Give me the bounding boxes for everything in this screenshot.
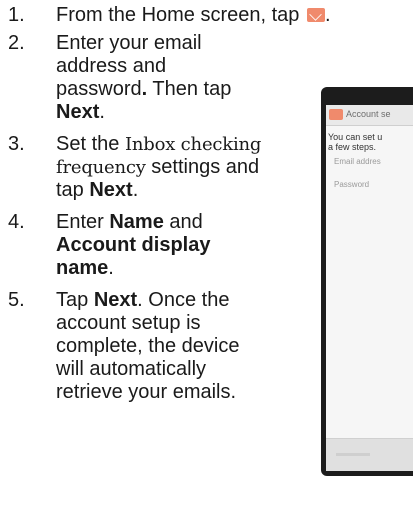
- account-setup-titlebar: Account se: [326, 105, 413, 126]
- step-number: 4.: [8, 211, 25, 233]
- step-line: Tap Next. Once the: [56, 289, 239, 312]
- setup-intro-text: You can set u a few steps.: [328, 132, 382, 152]
- step-text: Enter your email address and password. The…: [56, 32, 231, 124]
- step-text-segment: address and: [56, 55, 167, 77]
- step-text-segment: Enter: [56, 211, 110, 233]
- setup-intro-line-2: a few steps.: [328, 142, 377, 152]
- password-field[interactable]: Password: [334, 180, 369, 190]
- step-text-segment: .: [324, 4, 331, 26]
- step-text-segment: Set the: [56, 133, 125, 155]
- step-text-segment: account setup is: [56, 312, 201, 334]
- setup-intro-line-1: You can set u: [328, 132, 383, 142]
- step-line: name.: [56, 257, 210, 280]
- step-number: 2.: [8, 32, 25, 54]
- step-line: tap Next.: [56, 179, 261, 202]
- step-text-segment: tap: [56, 179, 90, 201]
- step-line: complete, the device: [56, 335, 239, 358]
- step-line: From the Home screen, tap .: [56, 4, 331, 27]
- step-text-segment: retrieve your emails.: [56, 381, 237, 403]
- step-line: Account display: [56, 234, 210, 257]
- step-text-segment: Then tap: [147, 78, 232, 100]
- step-text-segment: Account display: [56, 234, 211, 256]
- step-text-segment: Inbox checking: [124, 134, 262, 155]
- step-text-segment: Next: [56, 101, 100, 123]
- phone-screen: Account se You can set u a few steps. Em…: [326, 105, 413, 471]
- step-line: Set the Inbox checking: [56, 133, 261, 156]
- step-line: password. Then tap: [56, 78, 231, 101]
- step-text-segment: .: [108, 257, 114, 279]
- email-address-field[interactable]: Email addres: [334, 157, 381, 167]
- step-line: will automatically: [56, 358, 239, 381]
- phone-illustration: Account se You can set u a few steps. Em…: [321, 87, 413, 476]
- step-number: 3.: [8, 133, 25, 155]
- step-text-segment: . Once the: [137, 289, 230, 311]
- step-text-segment: will automatically: [56, 358, 207, 380]
- step-text-segment: complete, the device: [56, 335, 240, 357]
- step-text: Enter Name and Account display name.: [56, 211, 210, 280]
- step-text-segment: Next: [89, 179, 133, 201]
- step-line: account setup is: [56, 312, 239, 335]
- step-line: Next.: [56, 101, 231, 124]
- step-line: retrieve your emails.: [56, 381, 239, 404]
- step-text-segment: .: [99, 101, 105, 123]
- step-text: Set the Inbox checking frequency settings…: [56, 133, 261, 202]
- step-text: Tap Next. Once the account setup is comple…: [56, 289, 239, 404]
- step-text-segment: Next: [93, 289, 138, 311]
- step-text-segment: Enter your email: [56, 32, 202, 54]
- step-text: From the Home screen, tap .: [56, 4, 331, 27]
- step-text-segment: name: [56, 257, 109, 279]
- step-text-segment: Tap: [56, 289, 94, 311]
- step-text-segment: settings and: [145, 156, 260, 178]
- email-app-icon: [329, 109, 343, 120]
- step-line: Enter your email: [56, 32, 231, 55]
- step-text-segment: Name: [109, 211, 164, 233]
- step-number: 5.: [8, 289, 25, 311]
- step-line: frequency settings and: [56, 156, 261, 179]
- step-text-segment: password: [56, 78, 142, 100]
- setup-next-button-label: [336, 453, 370, 456]
- account-setup-title: Account se: [346, 109, 391, 119]
- step-text-segment: and: [163, 211, 203, 233]
- step-line: address and: [56, 55, 231, 78]
- email-icon: [306, 8, 325, 22]
- step-text-segment: .: [132, 179, 139, 201]
- step-text-segment: From the Home screen, tap: [56, 4, 305, 26]
- setup-next-button[interactable]: [326, 438, 413, 471]
- step-line: Enter Name and: [56, 211, 210, 234]
- step-text-segment: frequency: [56, 157, 146, 178]
- step-number: 1.: [8, 4, 25, 26]
